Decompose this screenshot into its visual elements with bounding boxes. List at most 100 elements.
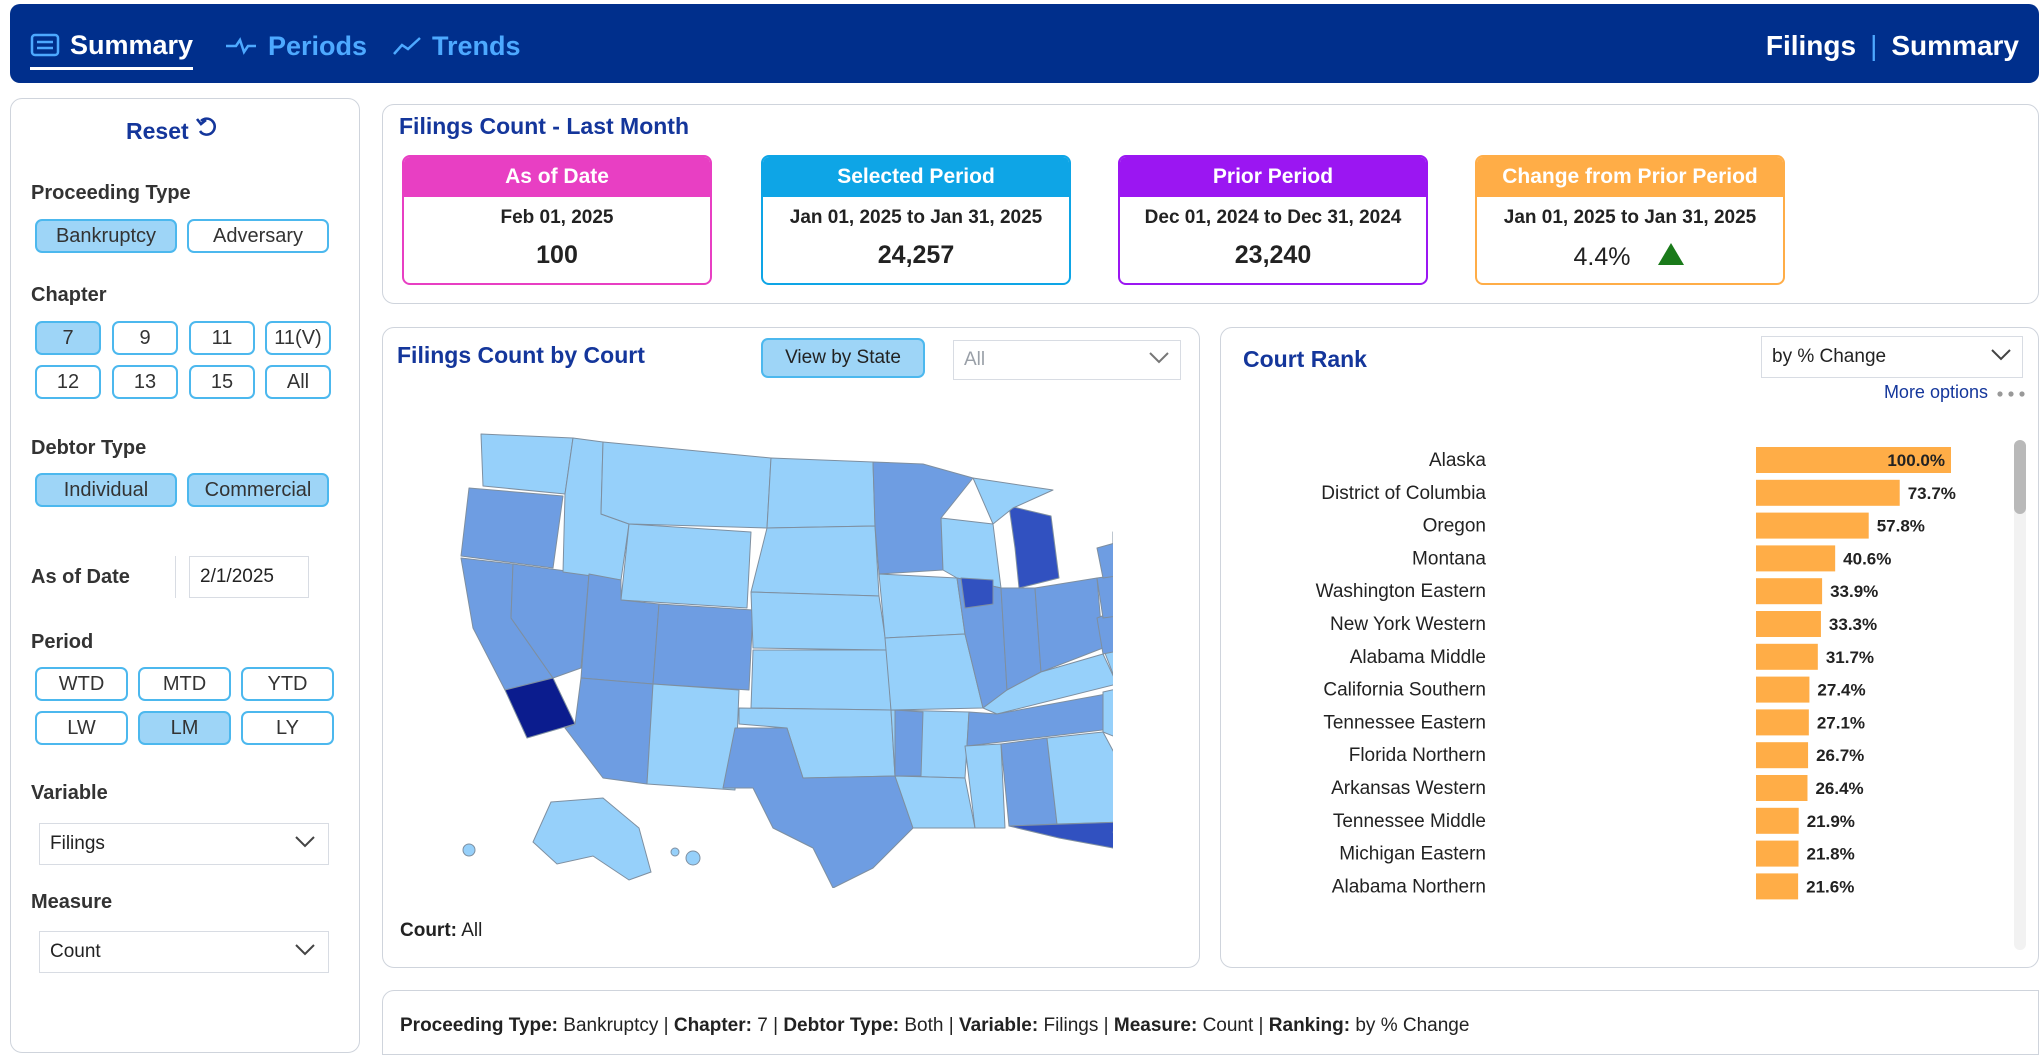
- kpi-subtitle: Jan 01, 2025 to Jan 31, 2025: [1503, 207, 1757, 228]
- map-region-arizona: [564, 677, 654, 785]
- rank-bar[interactable]: [1756, 873, 1799, 900]
- reset-label: Reset: [126, 117, 189, 144]
- summary-item-label: Proceeding Type:: [400, 1015, 564, 1036]
- rank-bar-value-label: 21.8%: [1807, 845, 1855, 864]
- debtor-individual-button[interactable]: Individual: [35, 473, 177, 507]
- summary-item-value: Bankruptcy: [563, 1015, 659, 1036]
- rank-bar[interactable]: [1756, 545, 1836, 572]
- kpi-panel: Filings Count - Last Month As of Date Fe…: [382, 104, 2039, 304]
- summary-separator: |: [943, 1015, 959, 1036]
- map-region-washington: [480, 433, 574, 495]
- tab-trends[interactable]: Trends: [392, 28, 521, 64]
- tab-summary[interactable]: Summary: [30, 28, 194, 70]
- variable-value: Filings: [50, 833, 105, 854]
- period-label: Period: [31, 631, 94, 653]
- kpi-head: Prior Period: [1120, 157, 1426, 197]
- map-region-hawaii: [670, 847, 680, 857]
- map-region-new-mexico: [646, 683, 740, 791]
- court-rank-panel: Court Rank by % Change More options Alas…: [1220, 327, 2039, 968]
- rank-bar[interactable]: [1756, 807, 1799, 834]
- rank-bar[interactable]: [1756, 578, 1823, 605]
- kpi-value-text: 23,240: [1234, 241, 1312, 269]
- map-region-hawaii: [685, 850, 701, 866]
- chapter-9-button[interactable]: 9: [112, 321, 178, 355]
- rank-category-label: District of Columbia: [1321, 483, 1486, 504]
- period-ly-button[interactable]: LY: [241, 711, 334, 745]
- reset-button[interactable]: Reset: [126, 116, 219, 146]
- measure-dropdown[interactable]: Count: [39, 931, 329, 973]
- period-wtd-button[interactable]: WTD: [35, 667, 128, 701]
- chapter-13-button[interactable]: 13: [112, 365, 178, 399]
- kpi-prior-period: Prior Period Dec 01, 2024 to Dec 31, 202…: [1118, 155, 1428, 285]
- chapter-15-button[interactable]: 15: [189, 365, 255, 399]
- variable-dropdown[interactable]: Filings: [39, 823, 329, 865]
- rank-bar-value-label: 21.9%: [1807, 812, 1855, 831]
- chapter-label: Chapter: [31, 284, 107, 306]
- chapter-11-button[interactable]: 11: [189, 321, 255, 355]
- period-ytd-button[interactable]: YTD: [241, 667, 334, 701]
- rank-bar[interactable]: [1756, 512, 1869, 539]
- rank-bar[interactable]: [1756, 479, 1900, 506]
- summary-item-value: Both: [904, 1015, 944, 1036]
- tab-trends-label: Trends: [432, 30, 521, 61]
- summary-item-label: Chapter:: [673, 1015, 758, 1036]
- kpi-value-text: 4.4%: [1573, 243, 1631, 271]
- kpi-head: As of Date: [404, 157, 710, 197]
- rank-category-label: Alaska: [1429, 450, 1486, 471]
- rank-scrollbar-thumb[interactable]: [2014, 440, 2026, 514]
- chapter-all-button[interactable]: All: [265, 365, 331, 399]
- chevron-down-icon: [1148, 349, 1170, 371]
- kpi-title: Filings Count - Last Month: [399, 113, 690, 139]
- rank-bar-value-label: 26.7%: [1816, 746, 1864, 765]
- chapter-11v-button[interactable]: 11(V): [265, 321, 331, 355]
- report-title-summary: Summary: [1891, 30, 2019, 61]
- tab-periods[interactable]: Periods: [224, 28, 367, 64]
- rank-scrollbar[interactable]: [2014, 440, 2026, 950]
- rank-category-label: Washington Eastern: [1316, 581, 1486, 602]
- map-region-michigan: [1008, 505, 1060, 589]
- rank-bar[interactable]: [1756, 775, 1808, 801]
- kpi-value-text: 24,257: [877, 241, 955, 269]
- us-court-map[interactable]: [453, 428, 1113, 888]
- rank-bar-value-label: 31.7%: [1826, 648, 1874, 667]
- summary-icon: [30, 33, 60, 59]
- court-caption: Court: All: [400, 920, 482, 942]
- period-lw-button[interactable]: LW: [35, 711, 128, 745]
- report-title-separator: |: [1870, 30, 1878, 61]
- debtor-commercial-button[interactable]: Commercial: [187, 473, 329, 507]
- summary-item-value: Count: [1202, 1015, 1254, 1036]
- rank-category-label: Florida Northern: [1349, 745, 1486, 766]
- period-mtd-button[interactable]: MTD: [138, 667, 231, 701]
- period-lm-button[interactable]: LM: [138, 711, 231, 745]
- proceeding-bankruptcy-button[interactable]: Bankruptcy: [35, 219, 177, 253]
- map-region-illinois-north: [960, 577, 994, 609]
- rank-bar[interactable]: [1756, 709, 1809, 736]
- rank-bar[interactable]: [1756, 676, 1810, 703]
- summary-item-label: Debtor Type:: [783, 1015, 905, 1036]
- rank-bar[interactable]: [1756, 643, 1818, 670]
- rank-bar[interactable]: [1756, 611, 1821, 637]
- debtor-type-label: Debtor Type: [31, 437, 147, 459]
- selection-summary: Proceeding Type: Bankruptcy | Chapter: 7…: [400, 1015, 1469, 1037]
- proceeding-adversary-button[interactable]: Adversary: [187, 219, 329, 253]
- chapter-7-button[interactable]: 7: [35, 321, 101, 355]
- rank-bar[interactable]: [1756, 742, 1809, 769]
- chevron-down-icon: [294, 941, 316, 963]
- rank-bar[interactable]: [1756, 840, 1799, 867]
- rank-bar-value-label: 57.8%: [1877, 517, 1925, 536]
- rank-bar-value-label: 33.3%: [1829, 615, 1877, 634]
- as-of-date-input[interactable]: 2/1/2025: [189, 556, 309, 598]
- view-by-state-button[interactable]: View by State: [761, 338, 925, 378]
- rank-bar-value-label: 27.1%: [1817, 713, 1865, 732]
- measure-label: Measure: [31, 891, 113, 913]
- chapter-12-button[interactable]: 12: [35, 365, 101, 399]
- kpi-head: Change from Prior Period: [1477, 157, 1783, 197]
- map-region-colorado: [652, 603, 754, 691]
- court-filter-dropdown[interactable]: All: [953, 340, 1181, 380]
- kpi-value: 100: [404, 241, 710, 270]
- summary-item-value: Filings: [1043, 1015, 1099, 1036]
- rank-category-label: Alabama Northern: [1332, 876, 1486, 897]
- kpi-selected-period: Selected Period Jan 01, 2025 to Jan 31, …: [761, 155, 1071, 285]
- kpi-as-of-date: As of Date Feb 01, 2025 100: [402, 155, 712, 285]
- rank-bar-value-label: 40.6%: [1843, 549, 1891, 568]
